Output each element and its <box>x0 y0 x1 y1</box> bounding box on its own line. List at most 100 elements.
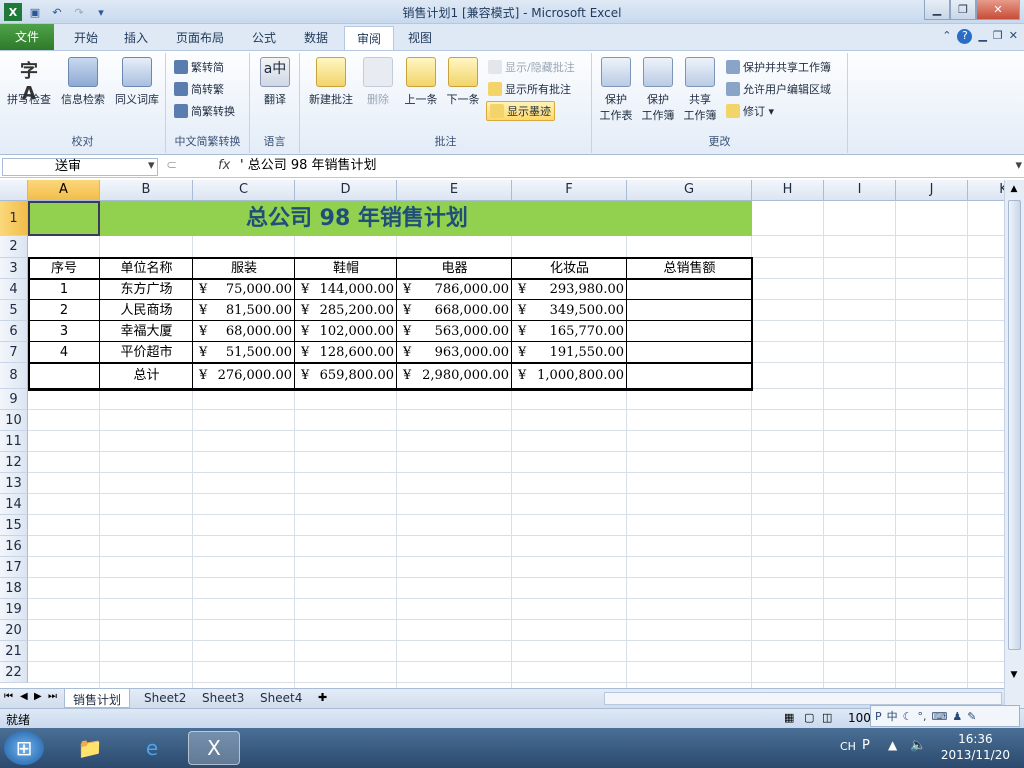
header-cell-5[interactable]: 电器 <box>397 258 512 279</box>
row-header-12[interactable]: 12 <box>0 452 28 473</box>
header-cell-4[interactable]: 鞋帽 <box>295 258 397 279</box>
row-header-19[interactable]: 19 <box>0 599 28 620</box>
formula-input[interactable]: ' 总公司 98 年销售计划 <box>240 158 1010 176</box>
active-cell-a1[interactable] <box>28 201 100 236</box>
ime-punct-icon[interactable]: °, <box>918 710 927 723</box>
scroll-thumb[interactable] <box>1008 200 1021 650</box>
insert-sheet-icon[interactable]: ✚ <box>318 691 327 704</box>
column-header-k[interactable]: K <box>968 180 1004 201</box>
ime-logo-icon[interactable]: P <box>875 710 882 723</box>
unit-name-cell[interactable]: 幸福大厦 <box>100 321 193 342</box>
row-header-6[interactable]: 6 <box>0 321 28 342</box>
column-header-g[interactable]: G <box>627 180 752 201</box>
unit-name-cell[interactable]: 东方广场 <box>100 279 193 300</box>
system-clock[interactable]: 16:36 2013/11/20 <box>941 731 1010 763</box>
column-header-e[interactable]: E <box>397 180 512 201</box>
column-header-j[interactable]: J <box>896 180 968 201</box>
sheet-nav-last-icon[interactable]: ⏭ <box>48 691 57 702</box>
sales-value-cell[interactable]: ¥81,500.00 <box>193 300 295 321</box>
sales-value-cell[interactable]: ¥75,000.00 <box>193 279 295 300</box>
sales-value-cell[interactable]: ¥144,000.00 <box>295 279 397 300</box>
total-value-cell[interactable]: ¥2,980,000.00 <box>397 363 512 389</box>
sales-value-cell[interactable]: ¥668,000.00 <box>397 300 512 321</box>
page-break-view-icon[interactable]: ◫ <box>822 711 832 724</box>
sales-value-cell[interactable]: ¥102,000.00 <box>295 321 397 342</box>
close-button[interactable]: ✕ <box>976 0 1020 20</box>
row-header-13[interactable]: 13 <box>0 473 28 494</box>
sales-value-cell[interactable]: ¥293,980.00 <box>512 279 627 300</box>
thesaurus-button[interactable]: 同义词库 <box>112 57 162 107</box>
volume-icon[interactable]: 🔈 <box>910 738 926 753</box>
row-header-22[interactable]: 22 <box>0 662 28 683</box>
tab-home[interactable]: 开始 <box>62 26 110 50</box>
row-header-1[interactable]: 1 <box>0 201 28 236</box>
share-workbook-button[interactable]: 共享 工作簿 <box>680 57 720 123</box>
protect-workbook-button[interactable]: 保护 工作簿 <box>638 57 678 123</box>
tab-file[interactable]: 文件 <box>0 24 54 50</box>
row-header-2[interactable]: 2 <box>0 236 28 258</box>
total-value-cell[interactable]: ¥276,000.00 <box>193 363 295 389</box>
sales-value-cell[interactable]: ¥786,000.00 <box>397 279 512 300</box>
row-header-18[interactable]: 18 <box>0 578 28 599</box>
column-header-c[interactable]: C <box>193 180 295 201</box>
sales-value-cell[interactable]: ¥191,550.00 <box>512 342 627 363</box>
select-all-corner[interactable] <box>0 180 28 201</box>
doc-close-icon[interactable]: ✕ <box>1009 29 1018 44</box>
protect-sheet-button[interactable]: 保护 工作表 <box>596 57 636 123</box>
column-header-f[interactable]: F <box>512 180 627 201</box>
row-header-9[interactable]: 9 <box>0 389 28 410</box>
trad-to-simp-button[interactable]: 繁转简 <box>174 57 224 77</box>
header-cell-7[interactable]: 总销售额 <box>627 258 752 279</box>
column-header-d[interactable]: D <box>295 180 397 201</box>
row-header-10[interactable]: 10 <box>0 410 28 431</box>
column-header-h[interactable]: H <box>752 180 824 201</box>
header-cell-2[interactable]: 单位名称 <box>100 258 193 279</box>
tray-expand-icon[interactable]: ▲ <box>888 738 897 752</box>
ime-tray-icon[interactable]: P <box>862 738 870 753</box>
tab-review[interactable]: 审阅 <box>344 26 395 50</box>
unit-name-cell[interactable]: 平价超市 <box>100 342 193 363</box>
ime-toolbar[interactable]: P 中 ☾ °, ⌨ ♟ ✎ <box>870 705 1020 727</box>
column-header-b[interactable]: B <box>100 180 193 201</box>
sheet-tab-sheet4[interactable]: Sheet4 <box>252 689 310 708</box>
doc-restore-icon[interactable]: ❐ <box>993 29 1003 44</box>
name-box-dropdown-icon[interactable]: ▾ <box>148 158 155 173</box>
scroll-up-icon[interactable]: ▲ <box>1008 184 1020 196</box>
sheet-nav-prev-icon[interactable]: ◀ <box>20 691 28 702</box>
previous-comment-button[interactable]: 上一条 <box>400 57 442 107</box>
sales-value-cell[interactable]: ¥349,500.00 <box>512 300 627 321</box>
spell-check-button[interactable]: 字A 拼写检查 <box>4 57 54 107</box>
unit-name-cell[interactable]: 人民商场 <box>100 300 193 321</box>
sales-value-cell[interactable]: ¥563,000.00 <box>397 321 512 342</box>
scroll-down-icon[interactable]: ▼ <box>1008 670 1020 682</box>
tab-formulas[interactable]: 公式 <box>240 26 288 50</box>
explorer-taskbar-icon[interactable]: 📁 <box>64 731 116 765</box>
sales-value-cell[interactable]: ¥963,000.00 <box>397 342 512 363</box>
sheet-nav-first-icon[interactable]: ⏮ <box>4 691 13 702</box>
ime-moon-icon[interactable]: ☾ <box>903 710 913 723</box>
row-header-16[interactable]: 16 <box>0 536 28 557</box>
translate-button[interactable]: a中 翻译 <box>256 57 294 107</box>
ime-chinese-icon[interactable]: 中 <box>887 708 898 724</box>
sales-value-cell[interactable]: ¥165,770.00 <box>512 321 627 342</box>
horizontal-scrollbar[interactable] <box>604 692 1002 705</box>
minimize-button[interactable]: ▁ <box>924 0 950 20</box>
show-ink-button[interactable]: 显示墨迹 <box>486 101 555 121</box>
ime-tools-icon[interactable]: ✎ <box>967 710 976 723</box>
name-box[interactable]: 送审 <box>2 158 158 176</box>
show-hide-comment-button[interactable]: 显示/隐藏批注 <box>488 57 575 77</box>
protect-and-share-button[interactable]: 保护并共享工作簿 <box>726 57 831 77</box>
zoom-level[interactable]: 100 <box>848 711 871 725</box>
expand-formula-icon[interactable]: ▾ <box>1015 158 1022 173</box>
excel-taskbar-icon[interactable]: X <box>188 731 240 765</box>
row-header-5[interactable]: 5 <box>0 300 28 321</box>
next-comment-button[interactable]: 下一条 <box>442 57 484 107</box>
total-value-cell[interactable]: ¥659,800.00 <box>295 363 397 389</box>
row-header-14[interactable]: 14 <box>0 494 28 515</box>
help-icon[interactable]: ? <box>957 29 973 44</box>
vertical-scrollbar[interactable]: ▲ ▼ <box>1004 180 1024 708</box>
column-header-a[interactable]: A <box>28 180 100 201</box>
tab-view[interactable]: 视图 <box>396 26 444 50</box>
tab-data[interactable]: 数据 <box>292 26 340 50</box>
delete-comment-button[interactable]: 删除 <box>360 57 396 107</box>
